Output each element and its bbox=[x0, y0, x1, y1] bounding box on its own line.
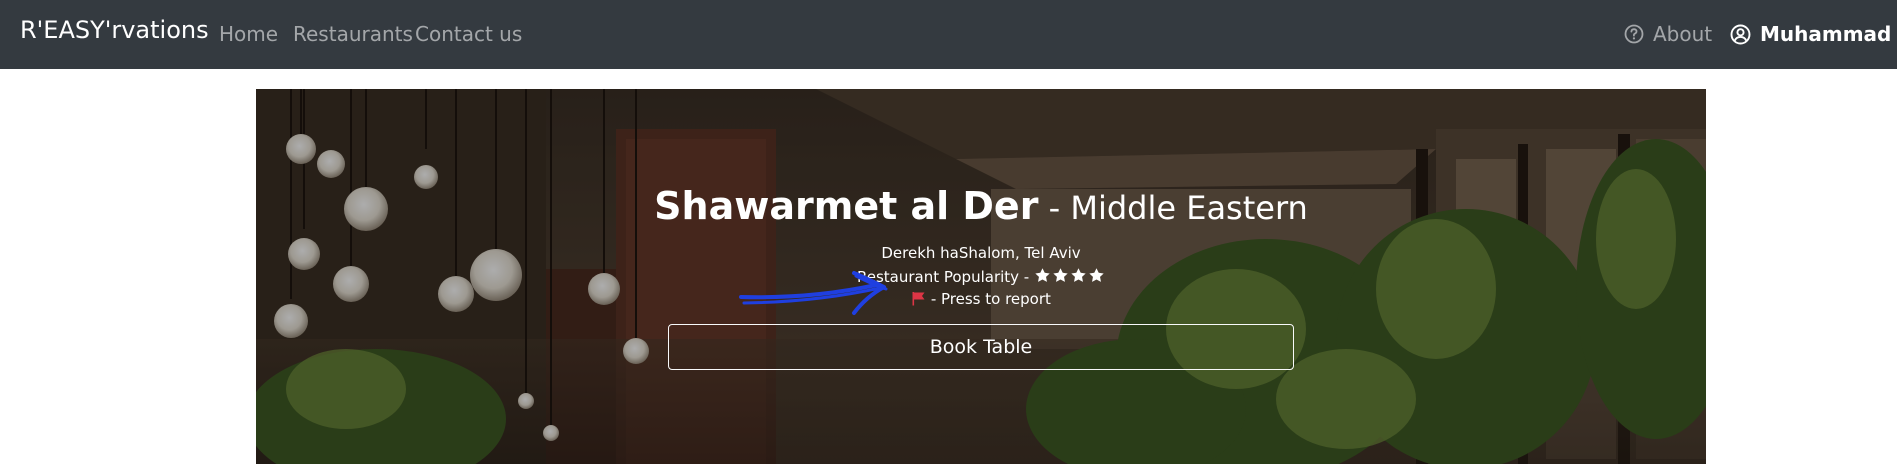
restaurant-popularity: Restaurant Popularity - bbox=[256, 267, 1706, 286]
star-icon bbox=[1089, 268, 1104, 282]
restaurant-hero: Shawarmet al Der - Middle Eastern Derekh… bbox=[256, 89, 1706, 464]
report-row: - Press to report bbox=[256, 290, 1706, 310]
user-name: Muhammad bbox=[1760, 22, 1892, 46]
about-link[interactable]: About bbox=[1624, 22, 1712, 46]
star-icon bbox=[1053, 268, 1068, 282]
brand-logo-text[interactable]: R'EASY'rvations bbox=[20, 16, 209, 44]
report-label: - Press to report bbox=[930, 290, 1051, 308]
top-navbar: R'EASY'rvations Home Restaurants Contact… bbox=[0, 0, 1897, 69]
restaurant-cuisine: Middle Eastern bbox=[1070, 189, 1308, 227]
star-icon bbox=[1035, 268, 1050, 282]
about-label: About bbox=[1653, 22, 1713, 46]
user-circle-icon bbox=[1730, 24, 1751, 44]
user-menu[interactable]: Muhammad bbox=[1730, 22, 1891, 46]
popularity-label: Restaurant Popularity - bbox=[856, 268, 1030, 286]
red-flag-icon[interactable] bbox=[911, 291, 926, 310]
nav-link-contact-us[interactable]: Contact us bbox=[415, 22, 522, 46]
restaurant-name: Shawarmet al Der bbox=[654, 184, 1039, 228]
star-icon bbox=[1071, 268, 1086, 282]
title-separator: - bbox=[1038, 189, 1071, 227]
nav-link-restaurants[interactable]: Restaurants bbox=[293, 22, 413, 46]
book-table-button[interactable]: Book Table bbox=[668, 324, 1294, 370]
popularity-stars bbox=[1034, 267, 1105, 284]
restaurant-title: Shawarmet al Der - Middle Eastern bbox=[256, 184, 1706, 228]
nav-link-home[interactable]: Home bbox=[219, 22, 278, 46]
restaurant-address: Derekh haShalom, Tel Aviv bbox=[881, 244, 1081, 262]
question-circle-icon bbox=[1624, 24, 1644, 44]
